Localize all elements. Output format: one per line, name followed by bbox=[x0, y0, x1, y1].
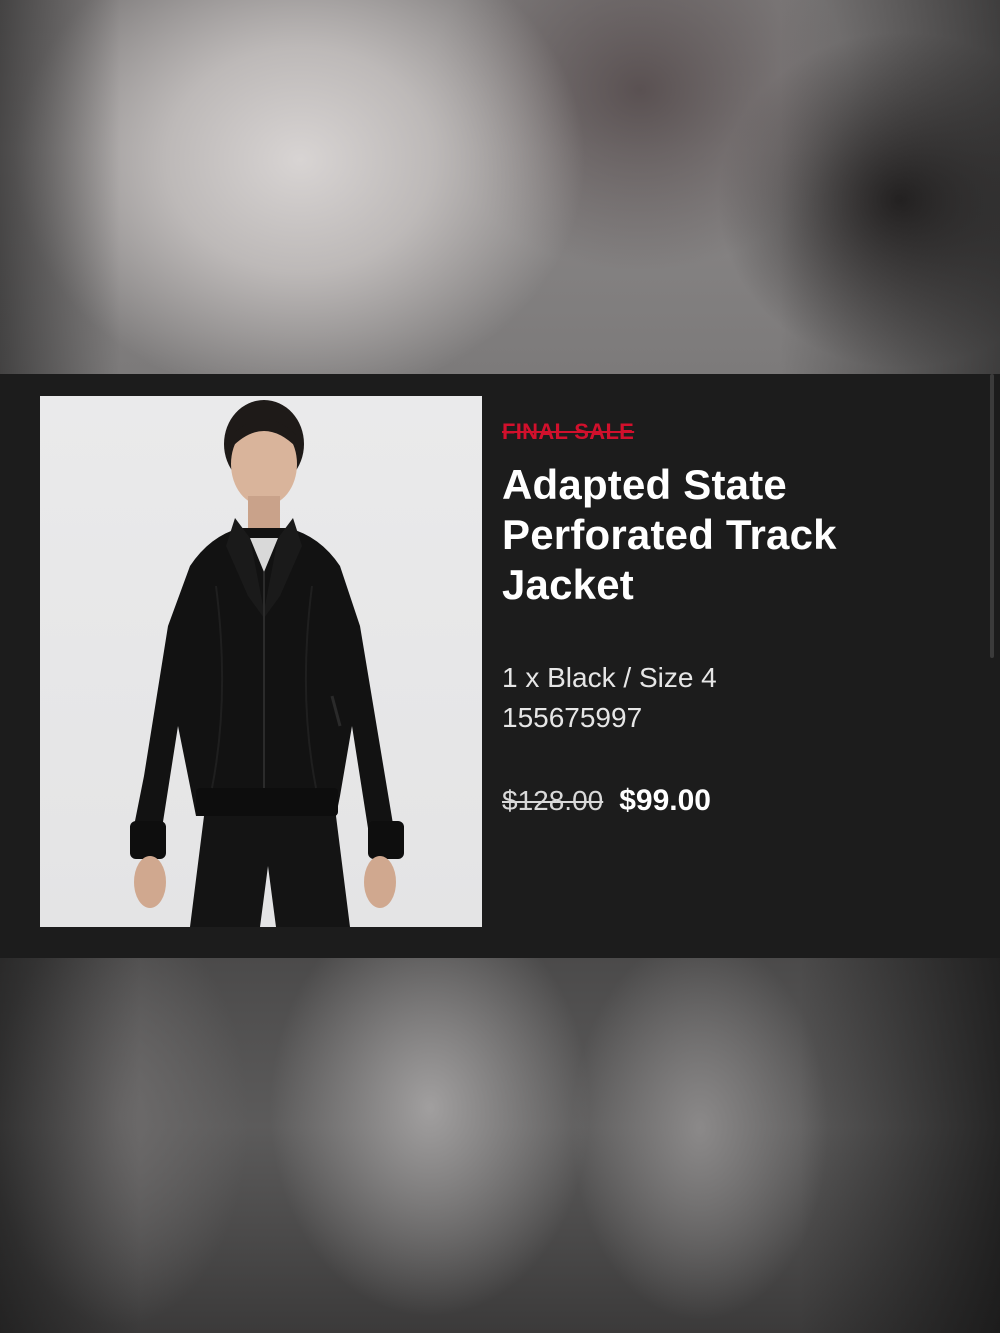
product-title[interactable]: Adapted State Perforated Track Jacket bbox=[502, 460, 972, 610]
model-in-jacket-illustration bbox=[130, 400, 404, 927]
screenshot-page: FINAL SALE Adapted State Perforated Trac… bbox=[0, 0, 1000, 1333]
product-image[interactable] bbox=[40, 396, 482, 927]
price-row: $128.00 $99.00 bbox=[502, 784, 972, 818]
product-info: FINAL SALE Adapted State Perforated Trac… bbox=[502, 418, 972, 818]
product-sku: 155675997 bbox=[502, 702, 643, 733]
original-price: $128.00 bbox=[502, 785, 604, 816]
final-sale-badge: FINAL SALE bbox=[502, 419, 635, 444]
sale-price: $99.00 bbox=[619, 784, 711, 817]
scrollbar[interactable] bbox=[990, 374, 994, 658]
blurred-background-top bbox=[0, 0, 1000, 374]
blurred-background-bottom bbox=[0, 958, 1000, 1333]
product-variant: 1 x Black / Size 4 bbox=[502, 662, 717, 693]
product-card[interactable]: FINAL SALE Adapted State Perforated Trac… bbox=[0, 374, 1000, 958]
